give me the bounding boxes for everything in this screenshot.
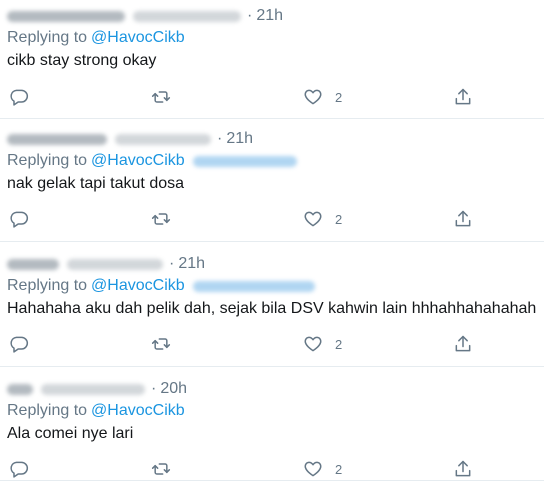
separator-dot: · [247, 7, 253, 24]
share-button[interactable] [453, 334, 473, 354]
replying-to-label: Replying to [7, 277, 88, 294]
redacted-username[interactable] [41, 383, 145, 395]
reply-tweet[interactable]: · 21h Replying to @HavocCikb Hahahaha ak… [0, 242, 544, 367]
heart-icon [303, 334, 323, 354]
replying-to-line: Replying to @HavocCikb [7, 275, 536, 297]
redacted-username[interactable] [67, 258, 163, 270]
replying-to-label: Replying to [7, 29, 88, 46]
mention-link[interactable]: @HavocCikb [91, 29, 185, 47]
like-button[interactable]: 2 [303, 209, 342, 229]
like-button[interactable]: 2 [303, 459, 342, 479]
retweet-button[interactable] [151, 209, 171, 229]
redacted-username[interactable] [115, 133, 211, 145]
reply-button[interactable] [9, 209, 29, 229]
reply-icon [9, 459, 29, 479]
separator-dot: · [217, 130, 223, 147]
tweet-header: · 21h [7, 253, 536, 275]
replying-to-line: Replying to @HavocCikb [7, 27, 536, 49]
mention-link[interactable]: @HavocCikb [91, 152, 185, 170]
reply-tweet[interactable]: · 21h Replying to @HavocCikb cikb stay s… [0, 0, 544, 119]
reply-button[interactable] [9, 87, 29, 107]
reply-icon [9, 87, 29, 107]
tweet-timestamp[interactable]: 20h [160, 380, 187, 398]
like-button[interactable]: 2 [303, 87, 342, 107]
mention-link[interactable]: @HavocCikb [91, 277, 185, 295]
retweet-button[interactable] [151, 334, 171, 354]
retweet-button[interactable] [151, 87, 171, 107]
share-button[interactable] [453, 87, 473, 107]
replying-to-label: Replying to [7, 152, 88, 169]
tweet-header: · 21h [7, 5, 536, 27]
tweet-timestamp[interactable]: 21h [256, 7, 283, 25]
reply-tweet[interactable]: · 20h Replying to @HavocCikb Ala comei n… [0, 367, 544, 481]
replying-to-line: Replying to @HavocCikb [7, 400, 536, 422]
like-count: 2 [335, 89, 343, 105]
retweet-icon [151, 87, 171, 107]
tweet-header: · 21h [7, 128, 536, 150]
reply-icon [9, 209, 29, 229]
replying-to-label: Replying to [7, 402, 88, 419]
tweet-actions: 2 [7, 327, 536, 361]
redacted-username[interactable] [133, 10, 241, 22]
tweet-timestamp[interactable]: 21h [178, 255, 205, 273]
retweet-icon [151, 209, 171, 229]
like-button[interactable]: 2 [303, 334, 342, 354]
like-count: 2 [335, 336, 343, 352]
share-button[interactable] [453, 459, 473, 479]
heart-icon [303, 87, 323, 107]
mention-link[interactable]: @HavocCikb [91, 402, 185, 420]
separator-dot: · [169, 255, 175, 272]
share-icon [453, 459, 473, 479]
reply-tweet[interactable]: · 21h Replying to @HavocCikb nak gelak t… [0, 119, 544, 242]
reply-button[interactable] [9, 334, 29, 354]
share-icon [453, 209, 473, 229]
share-button[interactable] [453, 209, 473, 229]
redacted-display-name[interactable] [7, 258, 59, 270]
tweet-text: Hahahaha aku dah pelik dah, sejak bila D… [7, 300, 537, 317]
redacted-additional-mentions[interactable] [192, 155, 297, 167]
replying-to-line: Replying to @HavocCikb [7, 150, 536, 172]
retweet-icon [151, 459, 171, 479]
heart-icon [303, 459, 323, 479]
like-count: 2 [335, 211, 343, 227]
tweet-text: cikb stay strong okay [7, 52, 157, 69]
share-icon [453, 334, 473, 354]
separator-dot: · [151, 380, 157, 397]
reply-icon [9, 334, 29, 354]
redacted-display-name[interactable] [7, 133, 107, 145]
redacted-display-name[interactable] [7, 383, 33, 395]
redacted-display-name[interactable] [7, 10, 125, 22]
retweet-button[interactable] [151, 459, 171, 479]
tweet-timestamp[interactable]: 21h [226, 130, 253, 148]
reply-button[interactable] [9, 459, 29, 479]
retweet-icon [151, 334, 171, 354]
like-count: 2 [335, 461, 343, 477]
tweet-actions: 2 [7, 80, 536, 114]
tweet-header: · 20h [7, 378, 536, 400]
heart-icon [303, 209, 323, 229]
tweet-text: nak gelak tapi takut dosa [7, 175, 185, 192]
redacted-additional-mentions[interactable] [192, 280, 315, 292]
tweet-text: Ala comei nye lari [7, 425, 134, 442]
share-icon [453, 87, 473, 107]
tweet-actions: 2 [7, 202, 536, 236]
